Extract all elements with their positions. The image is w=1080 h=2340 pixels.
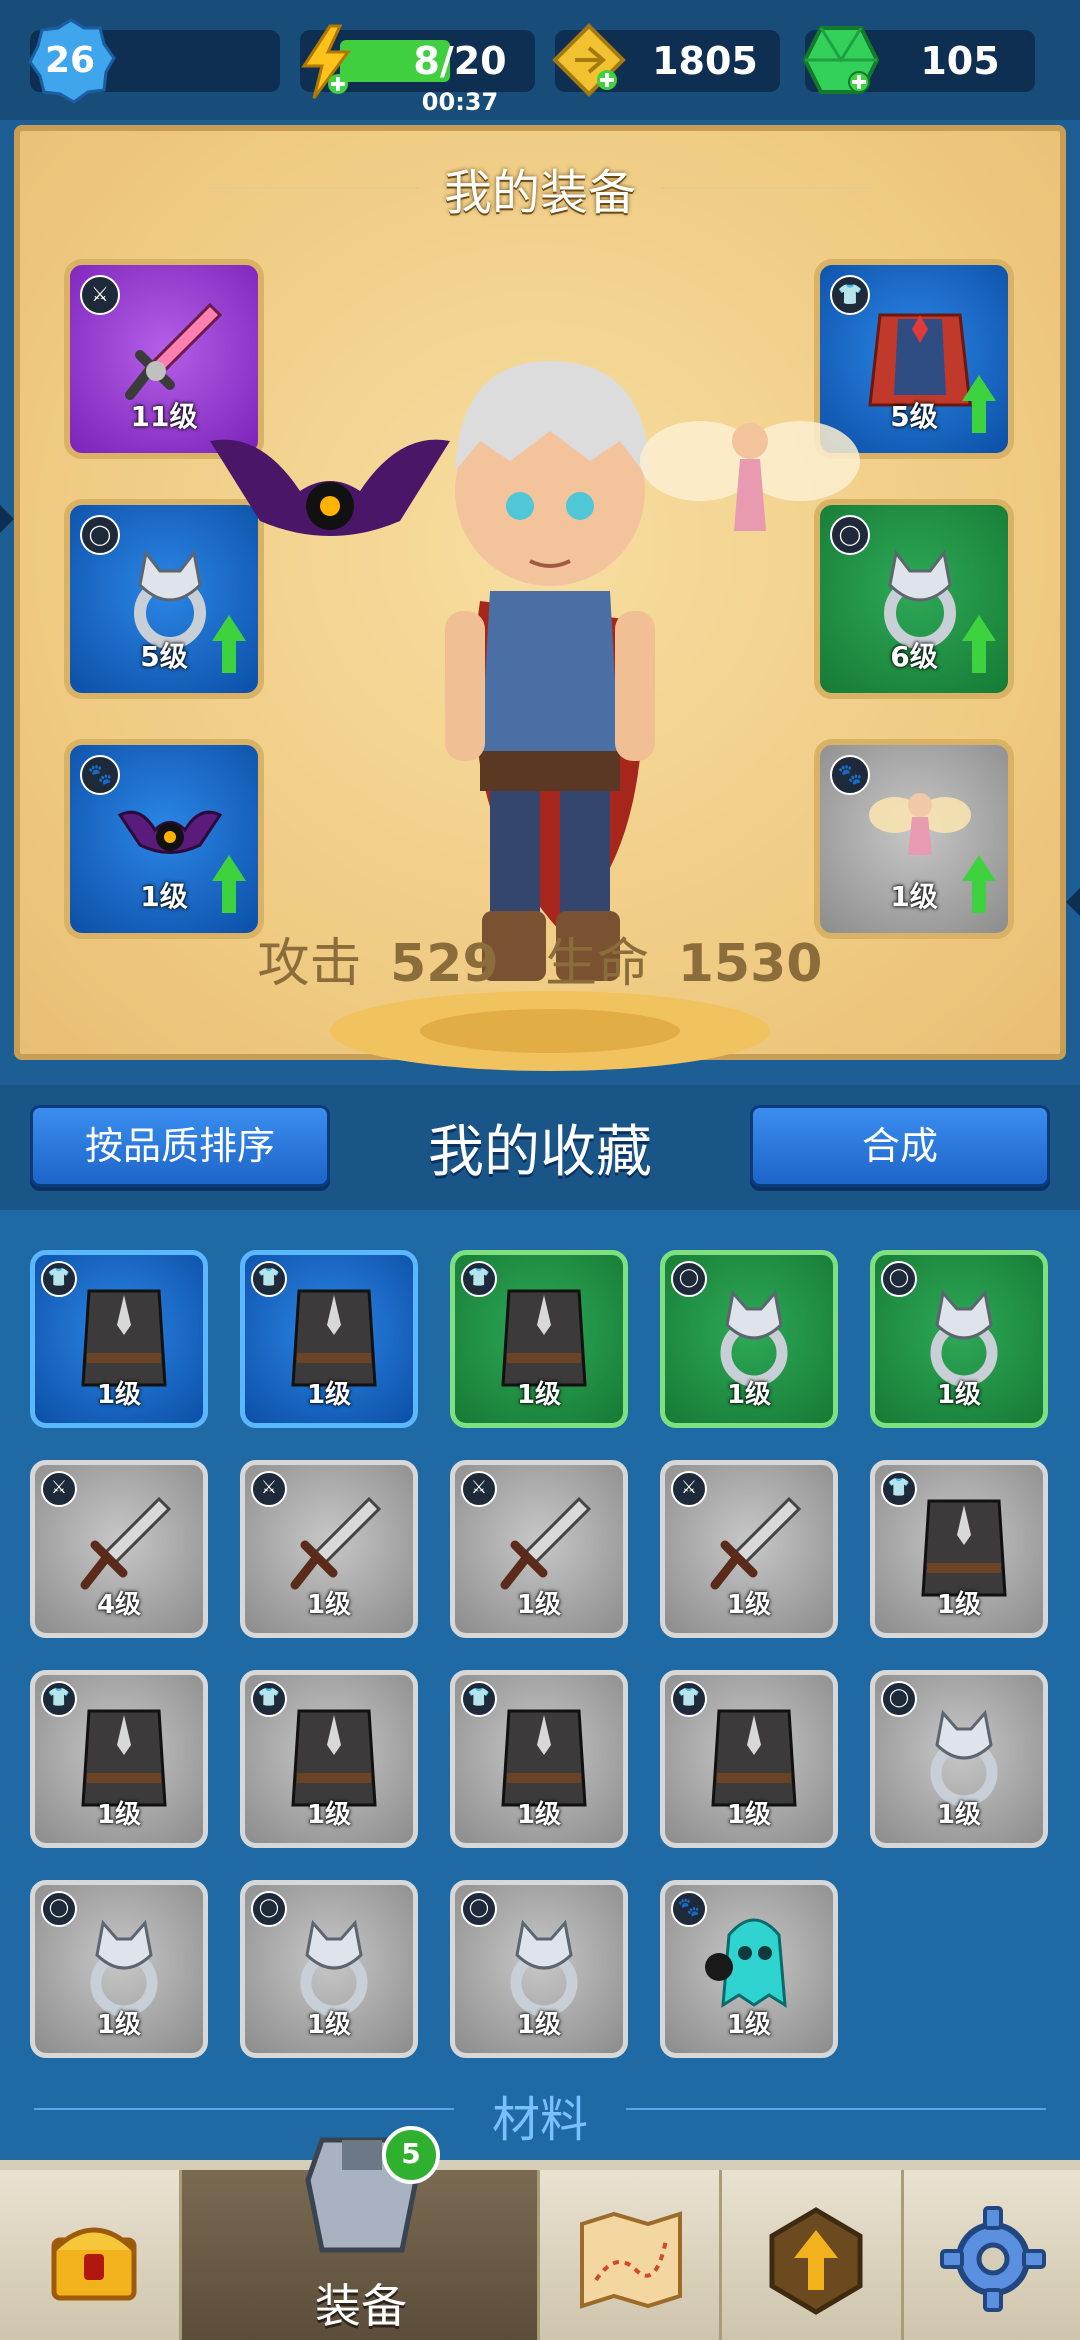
nav-settings-button[interactable]	[904, 2170, 1080, 2340]
materials-label: 材料	[491, 2092, 588, 2148]
item-level: 1级	[726, 1800, 772, 1830]
map-icon	[580, 2211, 682, 2309]
collection-item[interactable]: 👕 1级	[660, 1670, 838, 1848]
sort-by-quality-button[interactable]: 按品质排序	[30, 1105, 330, 1187]
player-level-bar[interactable]: 26	[28, 18, 280, 104]
item-level: 1级	[516, 2010, 562, 2040]
collection-item[interactable]: 👕 1级	[30, 1670, 208, 1848]
item-level: 1级	[936, 1380, 982, 1410]
divider-line	[626, 2108, 1046, 2110]
item-level: 1级	[936, 1590, 982, 1620]
collection-item[interactable]: ⚔ 1级	[240, 1460, 418, 1638]
collection-item[interactable]: 👕 1级	[30, 1250, 208, 1428]
collection-item[interactable]: 👕 1级	[240, 1670, 418, 1848]
gem-bar[interactable]: 105	[802, 26, 1035, 94]
item-level: 1级	[306, 1800, 352, 1830]
bottom-navigation: 5 装备	[0, 2126, 1080, 2340]
gold-value: 1805	[652, 39, 758, 83]
energy-bar[interactable]: 8/20 00:37	[300, 24, 535, 116]
collection-item[interactable]: 🐾 1级	[660, 1880, 838, 2058]
item-level: 1级	[96, 1380, 142, 1410]
hp-value: 1530	[677, 934, 823, 994]
energy-value: 8/20	[413, 39, 507, 83]
collection-grid: 👕 1级 👕 1级 👕 1级 ◯ 1级 ◯ 1级 ⚔ 4级 ⚔ 1级 ⚔ 1级 ⚔ 1级 👕 1级 👕 1级 👕 1级 👕 1级 👕…	[0, 1210, 1080, 2160]
merge-button[interactable]: 合成	[750, 1105, 1050, 1187]
right-scroll-marker	[1066, 888, 1080, 916]
title-divider	[208, 187, 419, 189]
collection-item[interactable]: 👕 1级	[870, 1460, 1048, 1638]
player-level-value: 26	[44, 40, 96, 81]
collection-header: 按品质排序 我的收藏 合成	[0, 1085, 1080, 1210]
equipment-title-row: 我的装备	[20, 153, 1060, 223]
upgrade-arrow-nav-icon	[769, 2207, 863, 2315]
title-divider	[661, 187, 872, 189]
gear-icon	[940, 2206, 1046, 2312]
gem-value: 105	[920, 39, 1000, 83]
item-level: 1级	[726, 1380, 772, 1410]
collection-title: 我的收藏	[428, 1120, 652, 1185]
collection-item[interactable]: ⚔ 1级	[450, 1460, 628, 1638]
hero-stats: 攻击 529 生命 1530	[20, 921, 1060, 996]
collection-item[interactable]: ◯ 1级	[30, 1880, 208, 2058]
collection-item[interactable]: ⚔ 4级	[30, 1460, 208, 1638]
nav-shop-button[interactable]	[0, 2170, 182, 2340]
attack-label: 攻击	[257, 934, 362, 994]
item-level: 1级	[726, 2010, 772, 2040]
attack-value: 529	[390, 934, 499, 994]
nav-equipment-button[interactable]: 5 装备	[182, 2126, 540, 2340]
collection-item[interactable]: 👕 1级	[450, 1670, 628, 1848]
item-level: 1级	[306, 1380, 352, 1410]
collection-item[interactable]: ◯ 1级	[870, 1250, 1048, 1428]
item-level: 1级	[726, 1590, 772, 1620]
lightning-icon	[301, 24, 351, 99]
treasure-chest-icon	[51, 2227, 137, 2301]
collection-item[interactable]: 👕 1级	[240, 1250, 418, 1428]
collection-item[interactable]: ⚔ 1级	[660, 1460, 838, 1638]
item-level: 1级	[306, 2010, 352, 2040]
upgrade-arrow-icon	[962, 855, 996, 915]
item-level: 1级	[96, 1800, 142, 1830]
top-status-bar: 26 8/20 00:37 1805 105	[0, 0, 1080, 120]
collection-item[interactable]: ◯ 1级	[660, 1250, 838, 1428]
collection-item[interactable]: ◯ 1级	[870, 1670, 1048, 1848]
item-level: 1级	[936, 1800, 982, 1830]
gold-bar[interactable]: 1805	[552, 23, 780, 97]
nav-upgrade-button[interactable]	[722, 2170, 904, 2340]
item-level: 1级	[516, 1800, 562, 1830]
gem-icon	[802, 26, 880, 94]
energy-timer: 00:37	[421, 88, 499, 116]
hp-label: 生命	[545, 934, 650, 994]
upgrade-arrow-icon	[962, 375, 996, 435]
nav-map-button[interactable]	[540, 2170, 722, 2340]
item-level: 1级	[516, 1380, 562, 1410]
item-level: 1级	[516, 1590, 562, 1620]
materials-divider: 材料	[0, 2080, 1080, 2148]
equip-badge: 5	[382, 2126, 440, 2184]
collection-item[interactable]: 👕 1级	[450, 1250, 628, 1428]
equipment-panel: 我的装备 ⚔ 11级 ◯ 5级 🐾 1级 👕 5级 ◯ 6级 🐾 1级 攻击 5…	[14, 125, 1066, 1071]
equipment-title: 我的装备	[443, 165, 636, 221]
item-level: 1级	[96, 2010, 142, 2040]
nav-equipment-label: 装备	[315, 2279, 407, 2333]
collection-item[interactable]: ◯ 1级	[450, 1880, 628, 2058]
item-level: 1级	[306, 1590, 352, 1620]
left-scroll-marker	[0, 505, 14, 533]
collection-item[interactable]: ◯ 1级	[240, 1880, 418, 2058]
gold-coin-icon	[552, 23, 626, 97]
item-level: 4级	[96, 1590, 142, 1620]
upgrade-arrow-icon	[962, 615, 996, 675]
